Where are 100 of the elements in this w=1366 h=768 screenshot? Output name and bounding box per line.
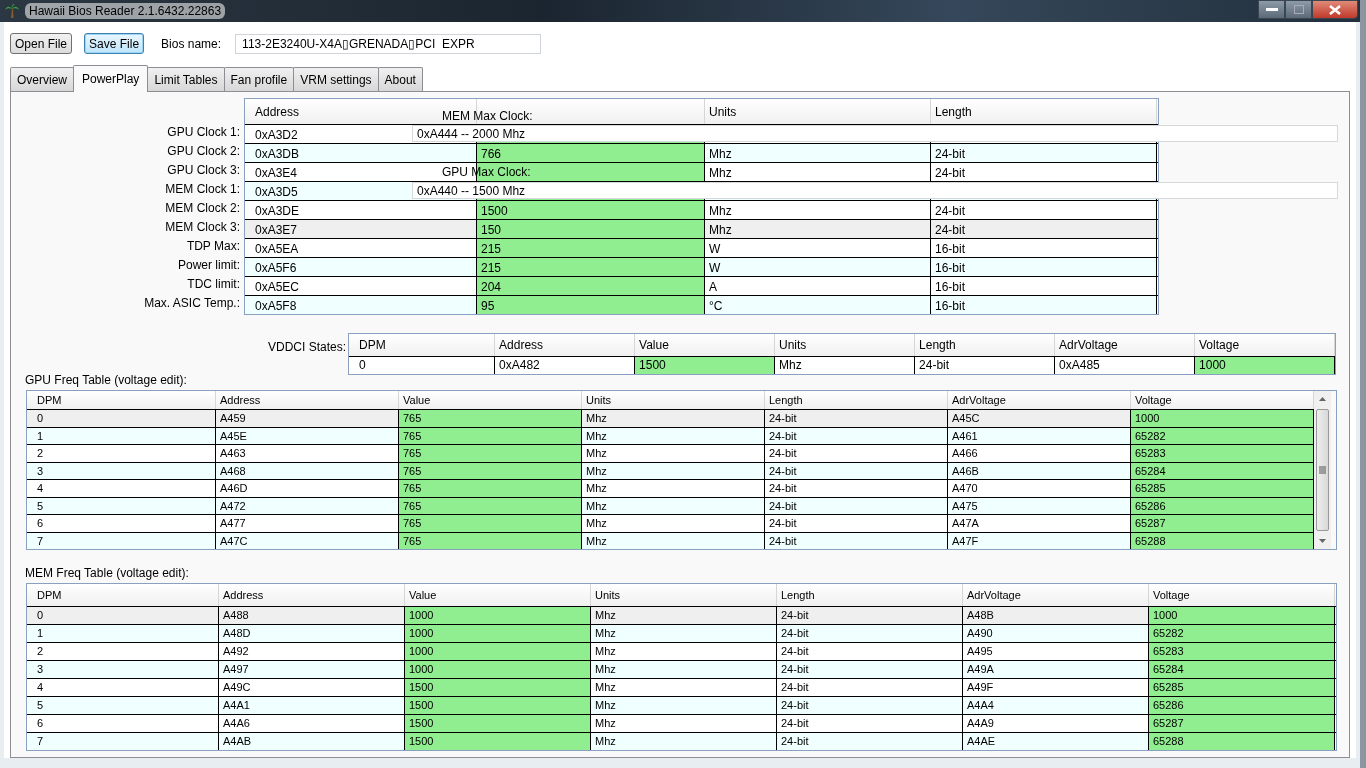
column-header[interactable]: Address [255, 104, 300, 119]
column-header[interactable]: Units [779, 338, 807, 352]
table-row[interactable]: 2 A463 765 Mhz 24-bit A466 65283 [27, 444, 1314, 462]
column-header[interactable]: Address [223, 589, 264, 601]
table-cell[interactable]: 1500 [635, 357, 776, 374]
table-row[interactable]: 0xA3E7 150 Mhz 24-bit [245, 219, 1158, 238]
table-cell[interactable]: 150 [477, 220, 705, 238]
table-row[interactable]: 4 A46D 765 Mhz 24-bit A470 65285 [27, 479, 1314, 497]
table-row[interactable]: 0xA5EC 204 A 16-bit [245, 276, 1158, 295]
table-row[interactable]: 2 A492 1000 Mhz 24-bit A495 65283 [27, 642, 1336, 660]
column-header[interactable]: Units [709, 104, 737, 119]
table-cell[interactable]: 65287 [1149, 715, 1335, 732]
column-header[interactable]: Address [499, 338, 544, 352]
table-cell[interactable]: 1000 [1195, 357, 1336, 374]
table-row[interactable]: 0xA3DB 766 Mhz 24-bit [245, 143, 1158, 162]
maximize-button[interactable] [1285, 0, 1312, 19]
file-button[interactable]: Open File [10, 33, 73, 54]
table-cell[interactable]: 1000 [1131, 410, 1314, 427]
table-row[interactable]: 0xA5F8 95 °C 16-bit [245, 295, 1158, 314]
table-row[interactable]: 3 A497 1000 Mhz 24-bit A49A 65284 [27, 660, 1336, 678]
column-header[interactable]: Voltage [1153, 589, 1190, 601]
table-row[interactable]: 0xA3DE 1500 Mhz 24-bit [245, 200, 1158, 219]
column-header[interactable]: Length [769, 394, 803, 406]
column-header[interactable]: Value [639, 338, 669, 352]
close-button[interactable] [1312, 0, 1358, 19]
table-cell[interactable]: 215 [477, 239, 705, 257]
table-cell[interactable]: 765 [399, 497, 582, 514]
max-clock-field[interactable]: 0xA444 -- 2000 Mhz [412, 125, 1338, 142]
scroll-thumb[interactable] [1316, 409, 1329, 531]
table-cell[interactable]: 1500 [477, 201, 705, 219]
table-cell[interactable]: 765 [399, 427, 582, 444]
table-cell[interactable]: 1500 [405, 679, 591, 696]
column-header[interactable]: Length [935, 104, 972, 119]
column-header[interactable]: Length [919, 338, 956, 352]
table-cell[interactable]: 65283 [1131, 445, 1314, 462]
table-cell[interactable]: 1000 [405, 661, 591, 678]
table-cell[interactable]: 65287 [1131, 515, 1314, 532]
scroll-up-icon[interactable] [1319, 397, 1326, 401]
table-row[interactable]: 7 A4AB 1500 Mhz 24-bit A4AE 65288 [27, 732, 1336, 750]
column-header[interactable]: Units [586, 394, 612, 406]
table-cell[interactable]: 765 [399, 480, 582, 497]
tab[interactable]: PowerPlay [73, 65, 149, 92]
tab[interactable]: Overview [10, 67, 74, 92]
table-cell[interactable]: 65283 [1149, 643, 1335, 660]
table-cell[interactable]: 766 [477, 144, 705, 162]
table-cell[interactable]: 65288 [1149, 733, 1335, 750]
scrollbar[interactable] [1314, 391, 1331, 549]
table-cell[interactable]: 1500 [405, 697, 591, 714]
column-header[interactable]: Address [220, 394, 261, 406]
table-cell[interactable]: 1000 [405, 607, 591, 624]
table-cell[interactable]: 65288 [1131, 532, 1314, 549]
column-header[interactable]: DPM [37, 589, 62, 601]
table-cell[interactable]: 1000 [405, 643, 591, 660]
column-header[interactable]: AdrVoltage [967, 589, 1021, 601]
table-cell[interactable]: 765 [399, 462, 582, 479]
table-cell[interactable]: 65286 [1149, 697, 1335, 714]
table-row[interactable]: 0xA5EA 215 W 16-bit [245, 238, 1158, 257]
table-row[interactable]: 1 A48D 1000 Mhz 24-bit A490 65282 [27, 624, 1336, 642]
table-cell[interactable]: 65284 [1131, 462, 1314, 479]
table-cell[interactable]: 95 [477, 296, 705, 314]
table-cell[interactable]: 65282 [1131, 427, 1314, 444]
table-row[interactable]: 0 0xA482 1500 Mhz 24-bit 0xA485 1000 [349, 356, 1336, 374]
column-header[interactable]: AdrVoltage [1059, 338, 1118, 352]
column-header[interactable]: AdrVoltage [952, 394, 1006, 406]
table-cell[interactable]: 1500 [405, 733, 591, 750]
table-cell[interactable]: 65282 [1149, 625, 1335, 642]
table-row[interactable]: 0xA5F6 215 W 16-bit [245, 257, 1158, 276]
column-header[interactable]: Value [409, 589, 437, 601]
column-header[interactable]: DPM [359, 338, 386, 352]
column-header[interactable]: Length [781, 589, 815, 601]
table-row[interactable]: 0 A488 1000 Mhz 24-bit A48B 1000 [27, 606, 1336, 624]
table-cell[interactable]: 65285 [1131, 480, 1314, 497]
table-cell[interactable]: 1000 [1149, 607, 1335, 624]
table-row[interactable]: 4 A49C 1500 Mhz 24-bit A49F 65285 [27, 678, 1336, 696]
table-cell[interactable]: 1000 [405, 625, 591, 642]
scroll-down-icon[interactable] [1319, 539, 1326, 543]
table-row[interactable]: 6 A4A6 1500 Mhz 24-bit A4A9 65287 [27, 714, 1336, 732]
table-cell[interactable]: 765 [399, 445, 582, 462]
table-cell[interactable]: 765 [399, 515, 582, 532]
column-header[interactable]: Units [595, 589, 621, 601]
column-header[interactable]: Value [403, 394, 431, 406]
table-cell[interactable]: 204 [477, 277, 705, 295]
column-header[interactable]: DPM [37, 394, 62, 406]
table-cell[interactable]: 65285 [1149, 679, 1335, 696]
column-header[interactable]: Voltage [1135, 394, 1172, 406]
table-row[interactable]: 5 A4A1 1500 Mhz 24-bit A4A4 65286 [27, 696, 1336, 714]
table-cell[interactable]: 65284 [1149, 661, 1335, 678]
max-clock-field[interactable]: 0xA440 -- 1500 Mhz [412, 182, 1338, 199]
table-cell[interactable]: 1500 [405, 715, 591, 732]
table-cell[interactable]: 65286 [1131, 497, 1314, 514]
table-cell[interactable]: 765 [399, 410, 582, 427]
table-cell[interactable]: 215 [477, 258, 705, 276]
table-row[interactable]: 6 A477 765 Mhz 24-bit A47A 65287 [27, 514, 1314, 532]
table-row[interactable]: 0 A459 765 Mhz 24-bit A45C 1000 [27, 409, 1314, 427]
bios-name-field[interactable]: 113-2E3240U-X4A▯GRENADA▯PCI EXPR [235, 33, 542, 54]
tab[interactable]: VRM settings [293, 67, 379, 92]
column-header[interactable]: Voltage [1199, 338, 1240, 352]
minimize-button[interactable] [1258, 0, 1285, 19]
table-cell[interactable]: 765 [399, 532, 582, 549]
file-button[interactable]: Save File [84, 33, 145, 54]
